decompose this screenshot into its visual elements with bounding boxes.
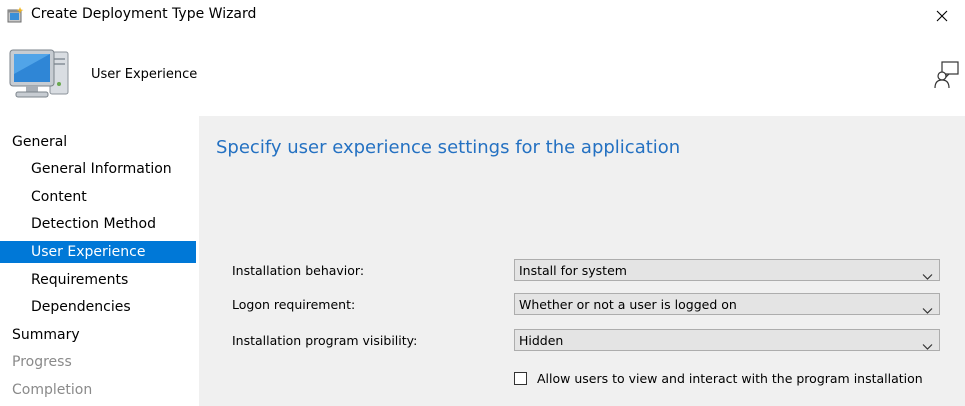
program-visibility-select[interactable]: Hidden [514,329,940,351]
installation-behavior-label: Installation behavior: [232,263,365,278]
content-panel: Specify user experience settings for the… [199,116,965,406]
nav-item-summary[interactable]: Summary [0,324,196,346]
logon-requirement-select[interactable]: Whether or not a user is logged on [514,293,940,315]
chevron-down-icon [922,336,933,350]
nav-item-progress: Progress [12,354,72,370]
nav-item-general-information[interactable]: General Information [0,158,196,180]
installation-behavior-value: Install for system [519,263,627,278]
wizard-nav: General General Information Content Dete… [0,120,196,406]
logon-requirement-value: Whether or not a user is logged on [519,297,737,312]
chevron-down-icon [922,266,933,280]
program-visibility-value: Hidden [519,333,564,348]
allow-interaction-checkbox[interactable] [514,372,527,385]
wizard-header: User Experience [0,32,965,114]
nav-item-user-experience[interactable]: User Experience [0,241,196,263]
nav-item-detection-method[interactable]: Detection Method [0,213,196,235]
page-title: User Experience [91,67,198,82]
installation-behavior-select[interactable]: Install for system [514,259,940,281]
computer-icon [6,44,72,104]
logon-requirement-label: Logon requirement: [232,297,356,312]
chevron-down-icon [922,300,933,314]
window-title: Create Deployment Type Wizard [31,6,257,22]
close-button[interactable] [919,0,965,32]
nav-item-general[interactable]: General [0,131,196,153]
wizard-app-icon [7,6,25,24]
allow-interaction-label[interactable]: Allow users to view and interact with th… [537,371,923,386]
close-icon [936,7,948,26]
nav-item-content[interactable]: Content [0,186,196,208]
title-bar: Create Deployment Type Wizard [0,0,965,32]
program-visibility-label: Installation program visibility: [232,333,418,348]
content-heading: Specify user experience settings for the… [216,137,681,158]
nav-item-dependencies[interactable]: Dependencies [0,296,196,318]
nav-item-completion: Completion [12,382,93,398]
feedback-person-icon [932,61,962,94]
feedback-button[interactable] [932,60,962,90]
nav-item-requirements[interactable]: Requirements [0,269,196,291]
